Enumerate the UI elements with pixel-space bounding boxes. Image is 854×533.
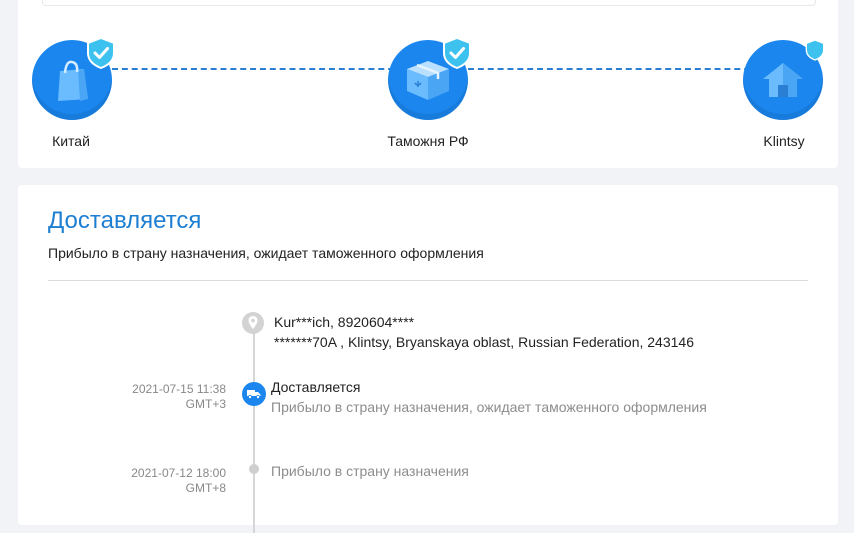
- route-connector-2: [468, 68, 760, 70]
- verified-shield-icon: [805, 39, 825, 61]
- route-progress-card: Китай Таможня РФ Klintsy: [18, 0, 838, 168]
- address-details: *******70A , Klintsy, Bryanskaya oblast,…: [274, 334, 694, 350]
- event-marker: [249, 464, 259, 474]
- route-node-origin: [32, 37, 115, 120]
- event-timezone: GMT+8: [185, 481, 226, 495]
- event-title: Доставляется: [271, 379, 361, 395]
- divider: [48, 280, 808, 281]
- event-description: Прибыло в страну назначения: [271, 463, 469, 479]
- status-title: Доставляется: [48, 207, 202, 234]
- verified-shield-icon: [87, 37, 115, 69]
- verified-shield-icon: [443, 37, 471, 69]
- route-node-destination: [743, 39, 825, 120]
- tracking-details-card: Доставляется Прибыло в страну назначения…: [18, 185, 838, 533]
- route-node-customs: [388, 37, 471, 120]
- event-date: 2021-07-12 18:00: [131, 466, 226, 480]
- address-recipient: Kur***ich, 8920604****: [274, 314, 415, 330]
- route-node-label-customs: Таможня РФ: [387, 133, 469, 149]
- route-node-label-destination: Klintsy: [763, 133, 805, 149]
- location-pin-icon: [242, 312, 264, 334]
- timeline-line: [253, 333, 255, 533]
- house-icon: [763, 63, 803, 97]
- route-connector-1: [112, 68, 404, 70]
- event-timestamp: 2021-07-12 18:00 GMT+8: [36, 466, 226, 496]
- event-marker-active: [242, 382, 266, 406]
- status-subtitle: Прибыло в страну назначения, ожидает там…: [48, 245, 484, 261]
- truck-icon: [247, 390, 261, 399]
- route-node-label-origin: Китай: [52, 133, 90, 149]
- top-panel-edge: [42, 0, 816, 6]
- event-timestamp: 2021-07-15 11:38 GMT+3: [36, 382, 226, 412]
- event-description: Прибыло в страну назначения, ожидает там…: [271, 399, 707, 415]
- event-date: 2021-07-15 11:38: [132, 382, 226, 396]
- event-timezone: GMT+3: [185, 397, 226, 411]
